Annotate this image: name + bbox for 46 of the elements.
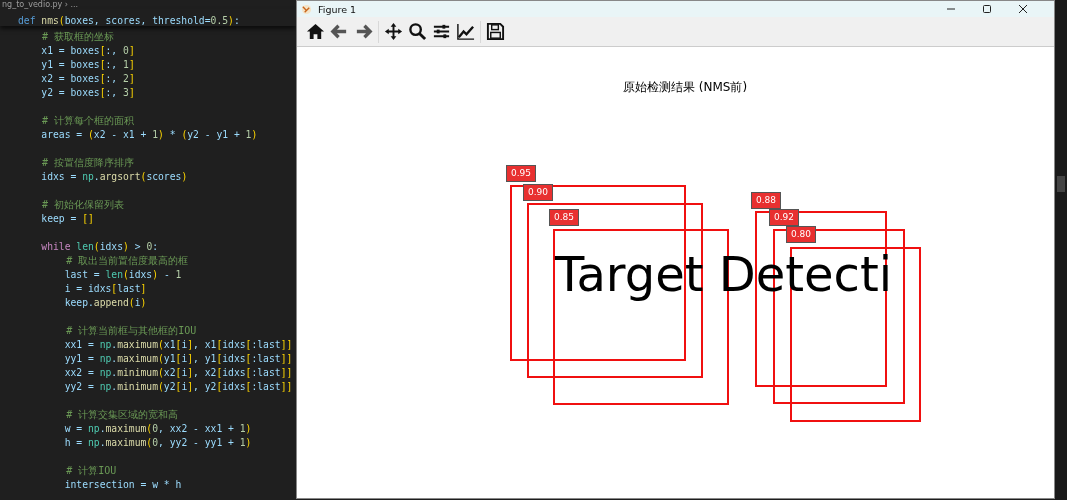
pan-icon[interactable] bbox=[384, 22, 403, 41]
code-comment: # 计算当前框与其他框的IOU bbox=[65, 325, 197, 336]
code-line: idxs = np.argsort(scores) bbox=[40, 171, 188, 182]
code-comment: # 计算每个框的面积 bbox=[41, 115, 135, 126]
code-line: w = np.maximum(0, xx2 - xx1 + 1) bbox=[63, 423, 252, 434]
sliders-icon[interactable] bbox=[432, 22, 451, 41]
code-line: yy2 = np.minimum(y2[i], y2[idxs[:last]] bbox=[63, 381, 293, 392]
code-line: keep = [] bbox=[40, 213, 94, 224]
code-comment: # 按置信度降序排序 bbox=[41, 157, 135, 168]
close-icon[interactable] bbox=[1018, 4, 1028, 14]
code-line: xx2 = np.minimum(x2[i], x2[idxs[:last]] bbox=[63, 367, 293, 378]
window-title: Figure 1 bbox=[318, 3, 357, 15]
forward-arrow-icon[interactable] bbox=[354, 22, 373, 41]
code-line: xx1 = np.maximum(x1[i], x1[idxs[:last]] bbox=[63, 339, 293, 350]
score-label: 0.95 bbox=[506, 165, 537, 182]
code-comment: # 初始化保留列表 bbox=[41, 199, 125, 210]
plot-title: 原始检测结果 (NMS前) bbox=[621, 79, 749, 96]
search-icon[interactable] bbox=[408, 22, 427, 41]
score-label: 0.90 bbox=[523, 184, 554, 201]
score-label: 0.88 bbox=[751, 192, 782, 209]
maximize-icon[interactable] bbox=[982, 4, 992, 14]
code-line: i = idxs[last] bbox=[63, 283, 147, 294]
code-line: x1 = boxes[:, 0] bbox=[40, 45, 135, 56]
breadcrumb[interactable]: ng_to_vedio.py › ... bbox=[0, 0, 296, 9]
code-line: intersection = w * h bbox=[63, 479, 182, 490]
code-comment: # 计算交集区域的宽和高 bbox=[65, 409, 179, 420]
code-comment: # 取出当前置信度最高的框 bbox=[65, 255, 189, 266]
code-line: while len(idxs) > 0: bbox=[40, 241, 159, 252]
code-line: y1 = boxes[:, 1] bbox=[40, 59, 135, 70]
score-label: 0.92 bbox=[769, 209, 800, 226]
code-line: areas = (x2 - x1 + 1) * (y2 - y1 + 1) bbox=[40, 129, 258, 140]
code-comment: # 计算IOU bbox=[65, 465, 117, 476]
code-comment: # 获取框的坐标 bbox=[41, 31, 115, 42]
score-label: 0.80 bbox=[786, 226, 817, 243]
code-line: x2 = boxes[:, 2] bbox=[40, 73, 135, 84]
code-line: h = np.maximum(0, yy2 - yy1 + 1) bbox=[63, 437, 252, 448]
code-line: def nms(boxes, scores, threshold=0.5): bbox=[18, 15, 240, 26]
score-label: 0.85 bbox=[549, 209, 580, 226]
back-arrow-icon[interactable] bbox=[330, 22, 349, 41]
home-icon[interactable] bbox=[306, 22, 325, 41]
code-line: yy1 = np.maximum(y1[i], y1[idxs[:last]] bbox=[63, 353, 293, 364]
app-icon bbox=[301, 3, 312, 15]
code-line: y2 = boxes[:, 3] bbox=[40, 87, 135, 98]
line-chart-icon[interactable] bbox=[456, 22, 475, 41]
code-line: last = len(idxs) - 1 bbox=[63, 269, 182, 280]
code-line: keep.append(i) bbox=[63, 297, 147, 308]
